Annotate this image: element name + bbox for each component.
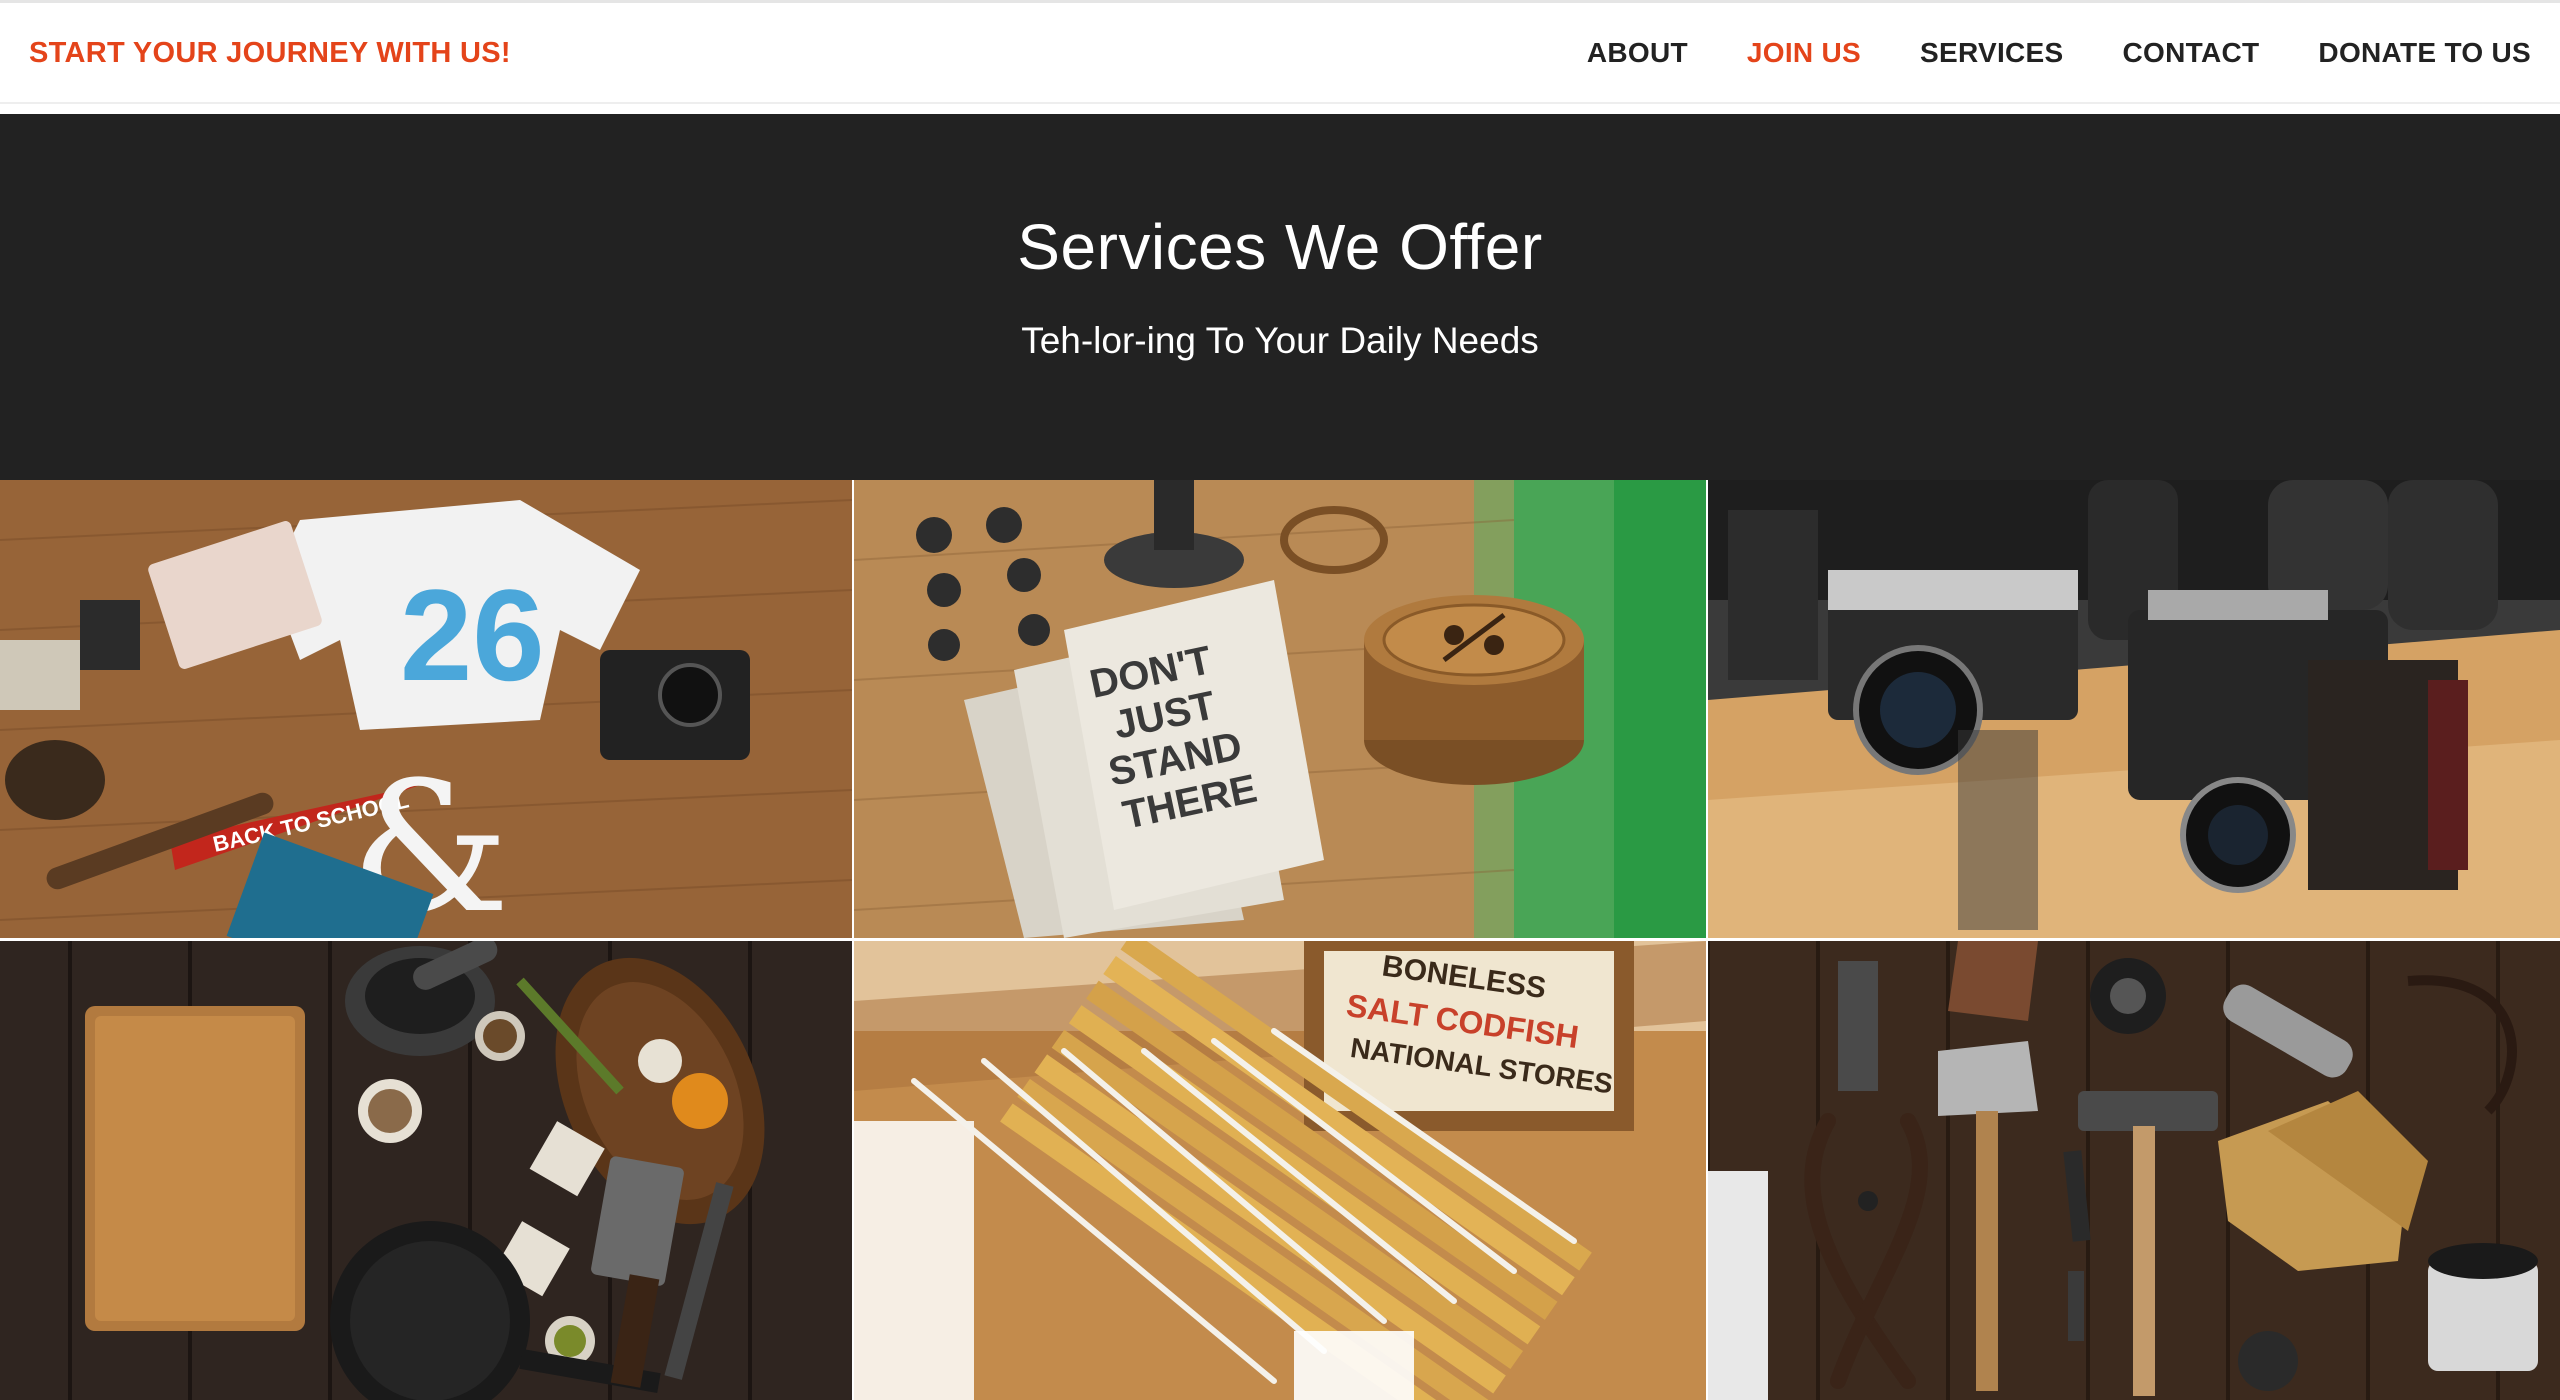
services-gallery: 26 BACK TO SCHOOL & DON'T JUST STAND THE…	[0, 480, 2560, 1400]
tshirt-number-text: 26	[400, 562, 545, 708]
rulers-image: BONELESS SALT CODFISH NATIONAL STORES	[854, 941, 1706, 1400]
nav-link-services[interactable]: SERVICES	[1920, 37, 2064, 68]
nav-item-about: ABOUT	[1587, 37, 1688, 69]
nav-item-donate: DONATE TO US	[2318, 37, 2531, 69]
tools-image	[1708, 941, 2560, 1400]
cameras-image	[1708, 480, 2560, 938]
nav-item-join-us: JOIN US	[1747, 37, 1861, 69]
nav-menu: ABOUT JOIN US SERVICES CONTACT DONATE TO…	[1587, 37, 2531, 69]
nav-link-join-us[interactable]: JOIN US	[1747, 37, 1861, 68]
notebooks-image: DON'T JUST STAND THERE	[854, 480, 1706, 938]
nav-item-services: SERVICES	[1920, 37, 2064, 69]
nav-link-donate[interactable]: DONATE TO US	[2318, 37, 2531, 68]
notebooks-coasters-photo[interactable]: DON'T JUST STAND THERE	[854, 480, 1706, 938]
hero-title: Services We Offer	[1017, 211, 1543, 283]
kitchen-image	[0, 941, 852, 1400]
nav-link-contact[interactable]: CONTACT	[2123, 37, 2260, 68]
brand-link[interactable]: START YOUR JOURNEY WITH US!	[29, 37, 511, 70]
top-navbar: START YOUR JOURNEY WITH US! ABOUT JOIN U…	[0, 0, 2560, 104]
workspace-desk-image: 26 BACK TO SCHOOL &	[0, 480, 852, 938]
nav-item-contact: CONTACT	[2123, 37, 2260, 69]
hero-subtitle: Teh-lor-ing To Your Daily Needs	[1021, 320, 1539, 361]
services-hero: Services We Offer Teh-lor-ing To Your Da…	[0, 114, 2560, 480]
nav-link-about[interactable]: ABOUT	[1587, 37, 1688, 68]
kitchen-cutting-board-photo[interactable]	[0, 941, 852, 1400]
folding-rulers-photo[interactable]: BONELESS SALT CODFISH NATIONAL STORES	[854, 941, 1706, 1400]
vintage-cameras-photo[interactable]	[1708, 480, 2560, 938]
vintage-tools-photo[interactable]	[1708, 941, 2560, 1400]
workspace-desk-photo[interactable]: 26 BACK TO SCHOOL &	[0, 480, 852, 938]
